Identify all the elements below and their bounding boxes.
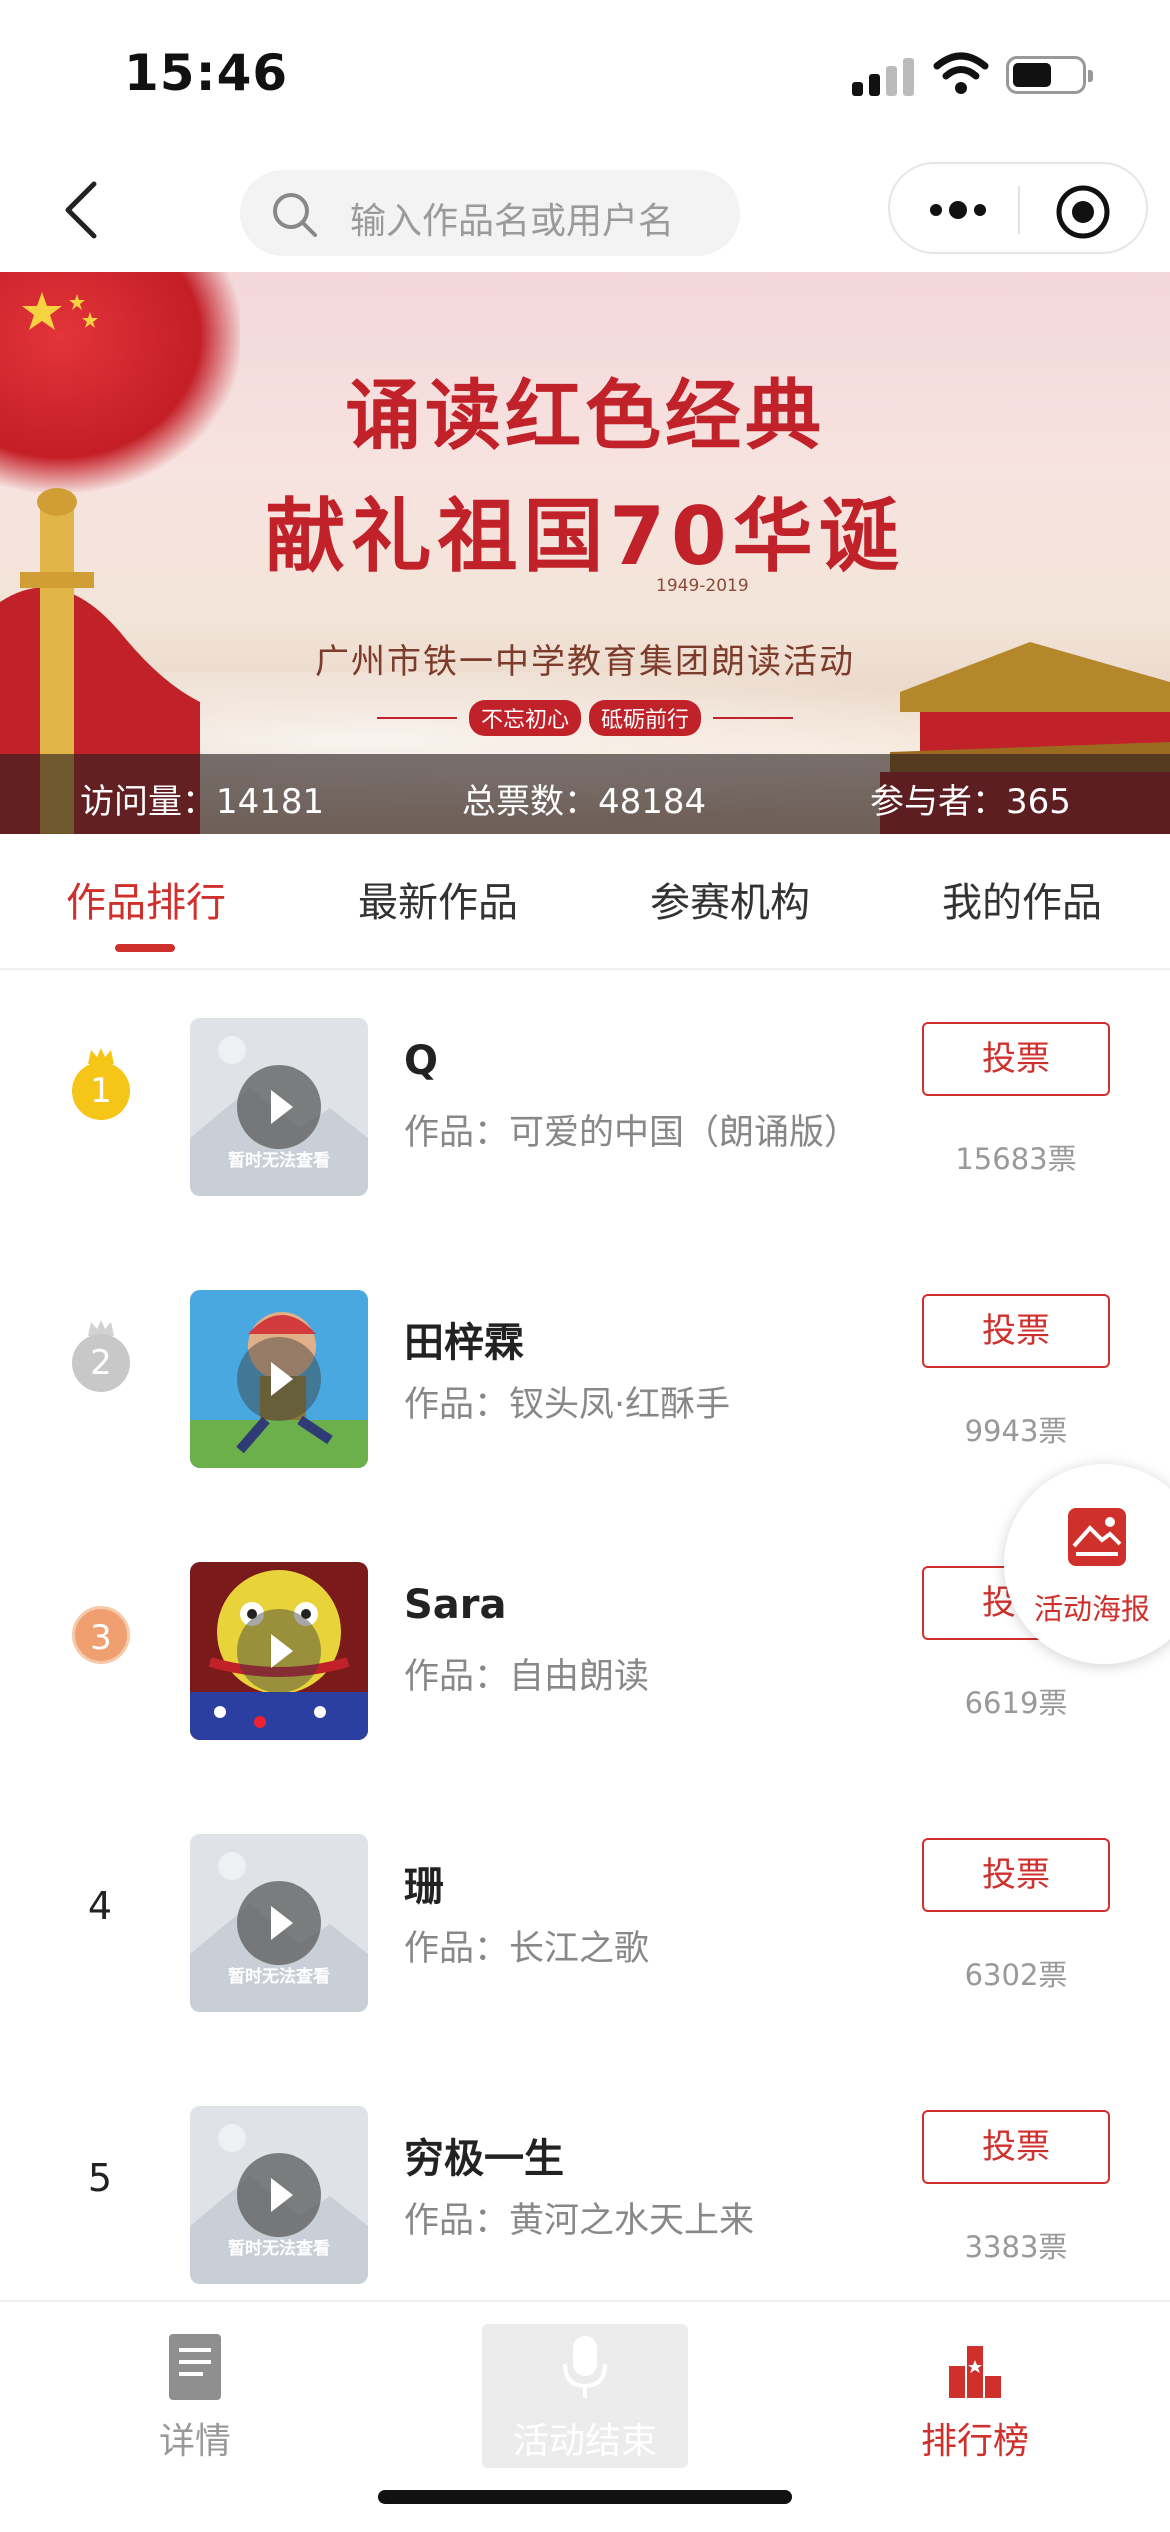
signal-icon — [852, 56, 916, 96]
capsule-divider — [1018, 186, 1020, 234]
visits-stat: 访问量：14181 — [80, 782, 325, 822]
close-target-icon[interactable] — [1055, 184, 1111, 240]
list-item[interactable]: 3 Sara 作品：自由朗读 投票 6619票 — [0, 1498, 1170, 1770]
participant-name: Q — [404, 1038, 439, 1084]
list-item[interactable]: 1 暂时无法查看 Q 作品：可爱的中国（朗诵版） 投票 15683票 — [0, 954, 1170, 1226]
participant-name: Sara — [404, 1582, 507, 1628]
slogan-right: 砥砺前行 — [589, 700, 702, 736]
rank-number: 4 — [87, 1884, 113, 1928]
vote-button[interactable]: 投票 — [922, 1838, 1110, 1912]
gold-medal-icon: 1 — [68, 1048, 134, 1122]
activity-ended-tab[interactable]: 活动结束 — [390, 2302, 780, 2502]
activity-ended-label: 活动结束 — [512, 2421, 657, 2462]
banner-title-line1: 诵读红色经典 — [345, 371, 825, 460]
work-thumbnail[interactable]: 暂时无法查看 — [190, 2106, 368, 2284]
vote-count: 3383票 — [964, 2230, 1068, 2264]
thumbnail-placeholder-text: 暂时无法查看 — [228, 2239, 330, 2259]
play-icon[interactable] — [237, 1609, 321, 1693]
banner-slogan: 不忘初心 砥砺前行 — [0, 700, 1170, 736]
work-title: 作品：自由朗读 — [404, 1657, 650, 1697]
active-tab-indicator — [115, 944, 175, 952]
play-icon[interactable] — [237, 2153, 321, 2237]
participants-stat: 参与者：365 — [870, 782, 1071, 822]
rank-number: 1 — [72, 1062, 130, 1120]
play-icon[interactable] — [237, 1881, 321, 1965]
activity-banner: 诵读红色经典 献礼祖国70华诞 1949-2019 广州市铁一中学教育集团朗读活… — [0, 272, 1170, 834]
leaderboard-icon — [949, 2346, 1001, 2398]
play-icon[interactable] — [237, 1065, 321, 1149]
work-title: 作品：长江之歌 — [404, 1929, 650, 1969]
poster-label: 活动海报 — [1034, 1592, 1151, 1626]
list-item[interactable]: 2 田梓霖 作品：钗头凤·红酥手 投票 9943票 — [0, 1226, 1170, 1498]
vote-count: 6302票 — [964, 1958, 1068, 1992]
wifi-icon — [933, 52, 989, 94]
status-bar: 15:46 — [0, 0, 1170, 150]
mini-program-capsule — [888, 162, 1148, 254]
silver-medal-icon: 2 — [68, 1320, 134, 1394]
rank-number: 2 — [72, 1334, 130, 1392]
rank-number: 5 — [87, 2156, 113, 2200]
leaderboard-tab[interactable]: 排行榜 — [780, 2302, 1170, 2502]
work-title: 作品：黄河之水天上来 — [404, 2201, 755, 2241]
nav-bar: 输入作品名或用户名 — [0, 150, 1170, 270]
work-thumbnail[interactable]: 暂时无法查看 — [190, 1018, 368, 1196]
bronze-medal-icon: 3 — [68, 1592, 134, 1666]
thumbnail-placeholder-text: 暂时无法查看 — [228, 1151, 330, 1171]
microphone-icon — [563, 2336, 607, 2398]
search-icon — [273, 193, 317, 237]
total-votes-stat: 总票数：48184 — [462, 782, 707, 822]
play-icon[interactable] — [237, 1337, 321, 1421]
tab-institutions[interactable]: 参赛机构 — [584, 870, 876, 928]
stars-icon — [22, 292, 98, 330]
banner-subtitle: 广州市铁一中学教育集团朗读活动 — [315, 642, 855, 682]
thumbnail-placeholder-text: 暂时无法查看 — [228, 1967, 330, 1987]
slogan-left: 不忘初心 — [468, 700, 581, 736]
status-time: 15:46 — [124, 44, 289, 102]
vote-button[interactable]: 投票 — [922, 1022, 1110, 1096]
list-item[interactable]: 5 暂时无法查看 穷极一生 作品：黄河之水天上来 投票 3383票 — [0, 2042, 1170, 2314]
vote-count: 9943票 — [964, 1414, 1068, 1448]
participant-name: 珊 — [404, 1864, 444, 1910]
work-thumbnail[interactable] — [190, 1562, 368, 1740]
tab-bar: 作品排行 最新作品 参赛机构 我的作品 — [0, 834, 1170, 970]
document-icon — [169, 2334, 221, 2400]
work-title: 作品：钗头凤·红酥手 — [404, 1385, 731, 1425]
list-item[interactable]: 4 暂时无法查看 珊 作品：长江之歌 投票 6302票 — [0, 1770, 1170, 2042]
vote-button[interactable]: 投票 — [922, 2110, 1110, 2184]
home-indicator — [378, 2490, 792, 2504]
participant-name: 田梓霖 — [404, 1320, 524, 1366]
details-label: 详情 — [158, 2421, 231, 2462]
details-tab[interactable]: 详情 — [0, 2302, 390, 2502]
rank-number: 3 — [72, 1606, 130, 1664]
tab-latest[interactable]: 最新作品 — [292, 870, 584, 928]
participant-name: 穷极一生 — [404, 2136, 564, 2182]
leaderboard-label: 排行榜 — [920, 2421, 1029, 2462]
tab-my-works[interactable]: 我的作品 — [876, 870, 1168, 928]
work-title: 作品：可爱的中国（朗诵版） — [404, 1113, 860, 1153]
banner-title-line2: 献礼祖国70华诞 — [265, 490, 905, 583]
vote-button[interactable]: 投票 — [922, 1294, 1110, 1368]
vote-count: 6619票 — [964, 1686, 1068, 1720]
vote-count: 15683票 — [955, 1142, 1077, 1176]
battery-icon — [1006, 56, 1093, 94]
work-thumbnail[interactable]: 暂时无法查看 — [190, 1834, 368, 2012]
back-icon[interactable] — [60, 178, 120, 242]
tab-ranking[interactable]: 作品排行 — [0, 870, 292, 928]
banner-years: 1949-2019 — [656, 576, 749, 596]
work-thumbnail[interactable] — [190, 1290, 368, 1468]
stats-bar: 访问量：14181 总票数：48184 参与者：365 — [0, 754, 1170, 834]
search-placeholder: 输入作品名或用户名 — [350, 201, 675, 242]
more-icon[interactable] — [926, 194, 990, 226]
search-input[interactable]: 输入作品名或用户名 — [240, 170, 740, 256]
poster-image-icon — [1068, 1508, 1126, 1566]
